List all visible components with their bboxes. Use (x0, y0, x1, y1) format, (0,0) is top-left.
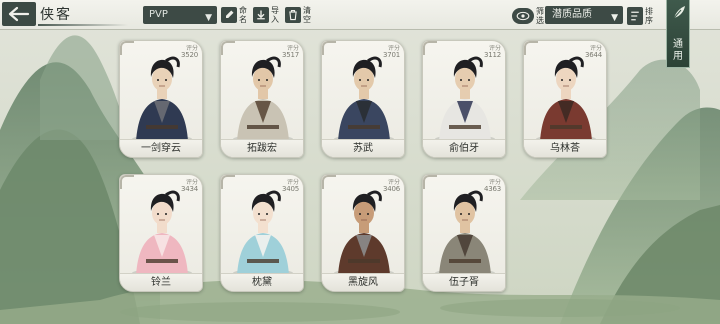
hero-name: 乌林荅 (524, 139, 606, 157)
hero-name: 俞伯牙 (423, 139, 505, 157)
universal-tab[interactable]: 通用 (666, 0, 690, 68)
power-value: 3701 (382, 51, 400, 59)
hero-portrait (334, 190, 394, 275)
hero-name: 拓跋宏 (221, 139, 303, 157)
hero-portrait (132, 190, 192, 275)
download-icon (253, 7, 269, 23)
hero-name: 伍子胥 (423, 273, 505, 291)
hero-portrait (435, 56, 495, 141)
hero-card[interactable]: 评分 3434 铃兰 (119, 174, 203, 292)
universal-tab-label: 通用 (673, 39, 683, 62)
power-value: 3406 (382, 185, 400, 193)
hero-name: 枕黛 (221, 273, 303, 291)
hero-portrait (132, 56, 192, 141)
sort-label: 排序 (645, 7, 653, 25)
power-rating: 评分 3406 (376, 179, 400, 193)
back-button[interactable] (2, 2, 36, 26)
hero-name: 苏武 (322, 139, 404, 157)
sort-icon (627, 7, 643, 25)
power-rating: 评分 3644 (578, 45, 602, 59)
import-button[interactable]: 导入 (253, 4, 280, 26)
chevron-down-icon: ▼ (611, 13, 618, 23)
hero-portrait (233, 190, 293, 275)
hero-card[interactable]: 评分 3112 俞伯牙 (422, 40, 506, 158)
power-rating: 评分 4363 (477, 179, 501, 193)
hero-portrait (536, 56, 596, 141)
page-title: 侠客 (40, 7, 72, 23)
hero-portrait (435, 190, 495, 275)
hero-portrait (334, 56, 394, 141)
hero-card[interactable]: 评分 3520 一剑穿云 (119, 40, 203, 158)
chevron-down-icon: ▼ (205, 13, 212, 23)
import-label: 导入 (271, 6, 279, 24)
power-rating: 评分 3517 (275, 45, 299, 59)
quality-select[interactable]: 潜质品质 ▼ (545, 6, 623, 24)
hero-card[interactable]: 评分 3517 拓跋宏 (220, 40, 304, 158)
mode-select-value: PVP (149, 9, 168, 20)
preset-button[interactable]: 命名 (221, 4, 248, 26)
hero-card[interactable]: 评分 3644 乌林荅 (523, 40, 607, 158)
power-value: 3520 (180, 51, 198, 59)
brush-icon (221, 7, 237, 23)
power-rating: 评分 3434 (174, 179, 198, 193)
power-value: 3405 (281, 185, 299, 193)
hero-card[interactable]: 评分 3406 黑旋风 (321, 174, 405, 292)
power-value: 3517 (281, 51, 299, 59)
top-bar: 侠客 PVP ▼ 命名 导入 清空 筛选 潜质品质 ▼ 排序 (0, 0, 720, 30)
hero-name: 一剑穿云 (120, 139, 202, 157)
mode-select[interactable]: PVP ▼ (143, 6, 217, 24)
power-rating: 评分 3520 (174, 45, 198, 59)
power-rating: 评分 3405 (275, 179, 299, 193)
power-value: 4363 (483, 185, 501, 193)
power-value: 3434 (180, 185, 198, 193)
hero-card[interactable]: 评分 3405 枕黛 (220, 174, 304, 292)
power-rating: 评分 3701 (376, 45, 400, 59)
back-arrow-icon (8, 6, 30, 22)
power-value: 3644 (584, 51, 602, 59)
power-rating: 评分 3112 (477, 45, 501, 59)
quality-select-value: 潜质品质 (552, 9, 592, 20)
eye-icon (512, 8, 534, 24)
filter-label: 筛选 (536, 7, 544, 25)
trash-icon (285, 7, 301, 23)
scroll-icon (673, 6, 685, 19)
clear-label: 清空 (303, 6, 311, 24)
power-value: 3112 (483, 51, 501, 59)
clear-button[interactable]: 清空 (285, 4, 312, 26)
hero-card[interactable]: 评分 3701 苏武 (321, 40, 405, 158)
hero-name: 铃兰 (120, 273, 202, 291)
preset-label: 命名 (239, 6, 247, 24)
filter-button[interactable]: 筛选 (512, 6, 545, 26)
hero-name: 黑旋风 (322, 273, 404, 291)
sort-button[interactable]: 排序 (627, 5, 654, 27)
hero-portrait (233, 56, 293, 141)
hero-card[interactable]: 评分 4363 伍子胥 (422, 174, 506, 292)
title-underline (38, 24, 128, 26)
